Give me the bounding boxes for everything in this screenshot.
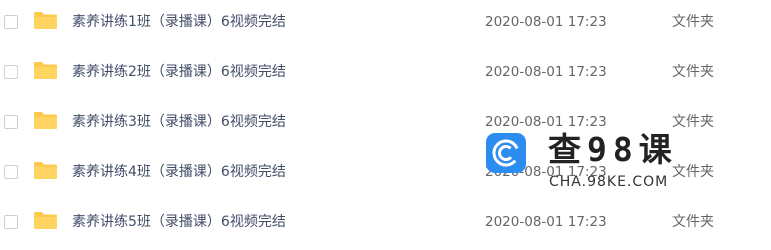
row-checkbox[interactable] <box>4 15 18 29</box>
row-checkbox[interactable] <box>4 115 18 129</box>
file-name[interactable]: 素养讲练4班（录播课）6视频完结 <box>72 162 286 182</box>
row-checkbox[interactable] <box>4 165 18 179</box>
file-type: 文件夹 <box>672 114 714 130</box>
folder-icon <box>34 112 57 129</box>
file-modified-date: 2020-08-01 17:23 <box>485 64 607 80</box>
file-row[interactable]: 素养讲练5班（录播课）6视频完结 2020-08-01 17:23 文件夹 <box>0 200 771 250</box>
row-checkbox[interactable] <box>4 215 18 229</box>
folder-icon <box>34 212 57 229</box>
file-type: 文件夹 <box>672 14 714 30</box>
file-row[interactable]: 素养讲练1班（录播课）6视频完结 2020-08-01 17:23 文件夹 <box>0 0 771 50</box>
file-type: 文件夹 <box>672 64 714 80</box>
folder-icon <box>34 162 57 179</box>
file-row[interactable]: 素养讲练2班（录播课）6视频完结 2020-08-01 17:23 文件夹 <box>0 50 771 100</box>
file-modified-date: 2020-08-01 17:23 <box>485 214 607 230</box>
folder-icon <box>34 12 57 29</box>
folder-icon <box>34 62 57 79</box>
file-type: 文件夹 <box>672 214 714 230</box>
file-name[interactable]: 素养讲练2班（录播课）6视频完结 <box>72 62 286 82</box>
file-modified-date: 2020-08-01 17:23 <box>485 114 607 130</box>
file-name[interactable]: 素养讲练1班（录播课）6视频完结 <box>72 12 286 32</box>
file-type: 文件夹 <box>672 164 714 180</box>
file-modified-date: 2020-08-01 17:23 <box>485 164 607 180</box>
file-name[interactable]: 素养讲练3班（录播课）6视频完结 <box>72 112 286 132</box>
file-row[interactable]: 素养讲练3班（录播课）6视频完结 2020-08-01 17:23 文件夹 <box>0 100 771 150</box>
row-checkbox[interactable] <box>4 65 18 79</box>
file-modified-date: 2020-08-01 17:23 <box>485 14 607 30</box>
file-name[interactable]: 素养讲练5班（录播课）6视频完结 <box>72 212 286 232</box>
file-row[interactable]: 素养讲练4班（录播课）6视频完结 2020-08-01 17:23 文件夹 <box>0 150 771 200</box>
file-list: 素养讲练1班（录播课）6视频完结 2020-08-01 17:23 文件夹 素养… <box>0 0 771 247</box>
